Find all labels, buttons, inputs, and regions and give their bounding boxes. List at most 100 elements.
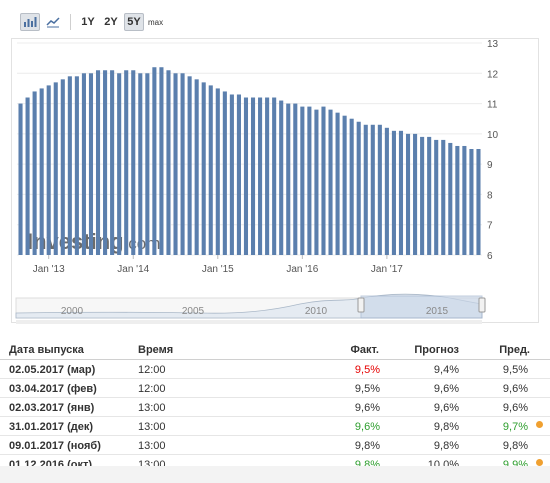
x-tick-label: Jan '14 [117,264,149,275]
y-tick-label: 8 [487,190,493,201]
bar [32,91,37,256]
bar [243,97,249,255]
bar [272,97,277,255]
navigator-label: 2000 [61,306,84,317]
navigator-selection [360,295,483,319]
y-tick-label: 7 [487,221,493,232]
chart-gridlines [17,42,482,256]
y-tick-label: 9 [487,160,493,171]
row-date: 03.04.2017 (фев) [9,383,97,395]
row-date: 02.03.2017 (янв) [9,402,95,414]
bar [455,145,460,255]
row-time: 12:00 [138,383,166,395]
range-navigator[interactable]: 2000 2005 2010 2015 [15,293,486,324]
row-previous: 9,6% [502,402,528,414]
bar [349,118,354,256]
table-row: 02.03.2017 (янв) 13:00 9,6% 9,6% 9,6% [0,398,550,417]
bar [420,136,425,255]
bar [328,109,333,255]
table-row: 02.05.2017 (мар) 12:00 9,5% 9,4% 9,5% [0,360,550,379]
bar [279,100,284,255]
row-forecast: 9,6% [433,383,459,395]
y-axis-ticks: 13 12 11 10 9 8 7 6 [487,39,499,262]
table-row: 03.04.2017 (фев) 12:00 9,5% 9,6% 9,6% [0,379,550,398]
bar [131,70,136,255]
row-time: 13:00 [138,440,166,452]
bar [110,70,115,255]
bar [103,70,108,255]
row-date: 31.01.2017 (дек) [9,421,94,433]
unemployment-bar-chart: Investing.com 131211109876 Jan '13Jan '1… [15,39,499,324]
bar [370,124,375,256]
navigator-label: 2005 [182,306,205,317]
bar [250,97,256,255]
y-tick-label: 12 [487,69,499,80]
bar [293,103,298,255]
bar [124,70,129,255]
bar [173,73,178,255]
navigator-left-handle[interactable] [357,297,365,313]
bar [307,106,312,255]
bar [363,124,368,256]
bar [88,73,94,255]
bar [342,115,347,255]
bar [427,136,432,255]
bar [39,88,44,256]
navigator-right-handle[interactable] [478,297,486,313]
footer-strip [0,466,550,483]
header-forecast: Прогноз [414,344,459,356]
bar [159,67,164,255]
bar [335,112,340,255]
bar [201,82,206,256]
bar [265,97,270,255]
navigator-scrollbar [16,320,482,324]
bar [222,91,227,256]
bar [145,73,150,255]
header-date: Дата выпуска [9,344,84,356]
bar [476,149,481,255]
y-tick-label: 10 [487,130,499,141]
bar [25,97,30,255]
bar [81,73,86,255]
header-previous: Пред. [499,344,530,356]
bar [18,103,23,255]
row-forecast: 9,6% [433,402,459,414]
bar [377,124,382,256]
x-tick-label: Jan '16 [286,264,318,275]
releases-table: Дата выпуска Время Факт. Прогноз Пред. 0… [0,337,550,474]
row-forecast: 9,8% [433,421,459,433]
table-row: 09.01.2017 (нояб) 13:00 9,8% 9,8% 9,8% [0,436,550,455]
bar [321,106,326,255]
bar [258,97,263,255]
row-previous: 9,8% [502,440,528,452]
row-actual: 9,5% [354,383,380,395]
row-previous: 9,7% [502,421,528,433]
bar [236,94,241,256]
row-time: 12:00 [138,364,166,376]
x-tick-label: Jan '17 [371,264,403,275]
row-time: 13:00 [138,402,166,414]
bar [314,109,319,255]
bar [448,142,453,255]
bar [74,76,79,255]
row-date: 09.01.2017 (нояб) [9,440,101,452]
row-forecast: 9,8% [433,440,459,452]
y-tick-label: 6 [487,251,493,262]
row-actual: 9,6% [354,421,380,433]
bar [46,85,51,256]
bar [413,133,418,255]
bar [391,130,396,255]
bar [53,82,58,256]
bar [215,88,220,256]
bar [229,94,234,256]
row-previous: 9,5% [502,364,528,376]
bar [384,127,389,255]
bar [405,133,411,255]
bar [60,79,65,255]
bar [166,70,171,255]
row-previous: 9,6% [502,383,528,395]
header-actual: Факт. [350,344,380,356]
bar [300,106,305,255]
bar [187,76,192,255]
bar [286,103,291,255]
